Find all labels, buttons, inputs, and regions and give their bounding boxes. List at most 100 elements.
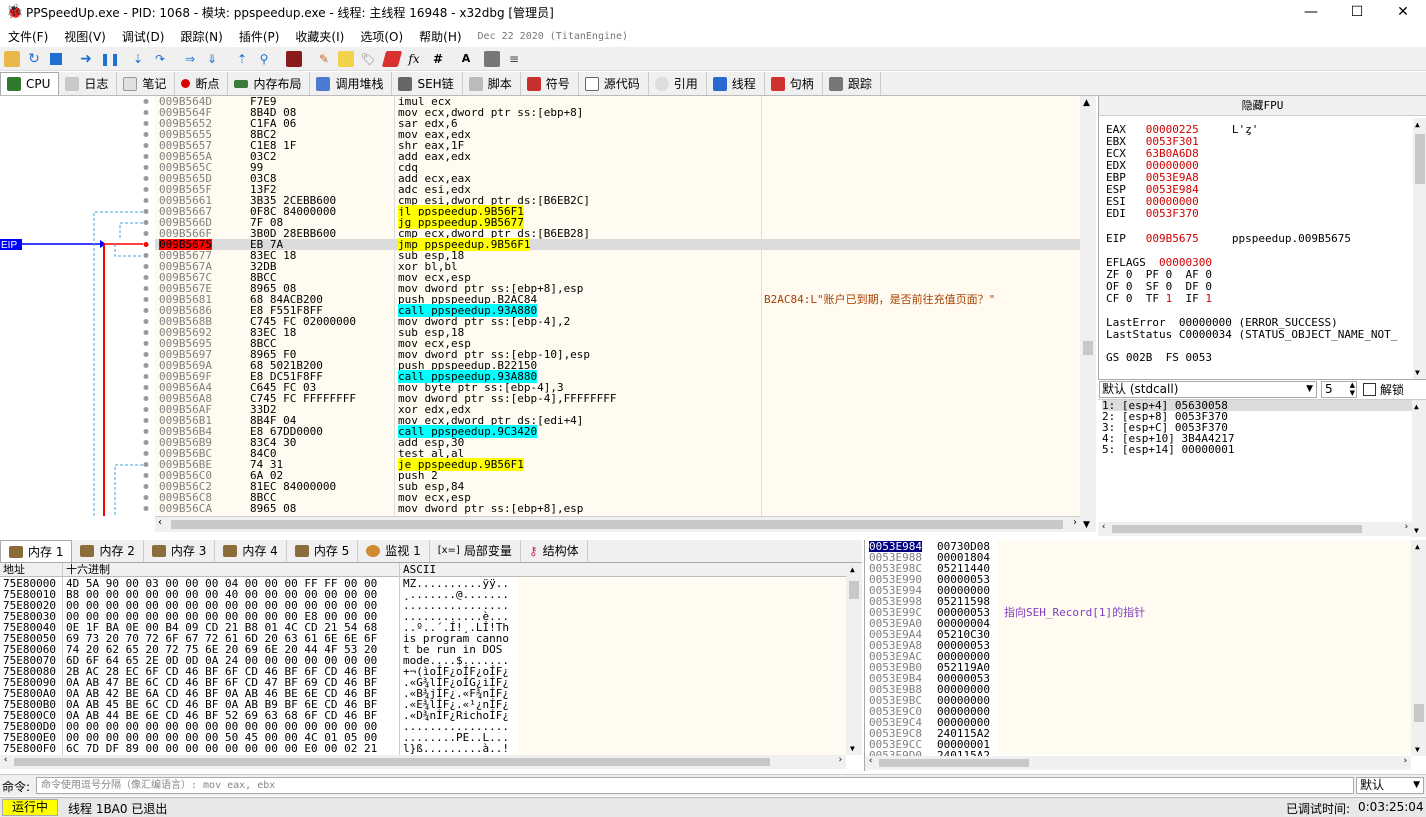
disasm-horizontal-scrollbar[interactable]: ‹ › — [155, 516, 1080, 532]
disasm-row[interactable]: 009B565C 99 cdq — [155, 162, 1080, 173]
dump-row[interactable]: 75E800F0 6C 7D DF 89 00 00 00 00 00 00 00… — [0, 743, 846, 754]
arg-count-spinner[interactable]: 5 ▲ ▼ — [1321, 381, 1357, 398]
disasm-row[interactable]: 009B5677 83EC 18 sub esp,18 — [155, 250, 1080, 261]
breakpoint-dot[interactable] — [143, 264, 149, 269]
step-over-icon[interactable]: ↷ — [152, 51, 168, 67]
breakpoint-dot[interactable] — [143, 440, 149, 445]
breakpoint-dot[interactable] — [143, 418, 149, 423]
dump-vertical-scrollbar[interactable]: ▲ ▼ — [846, 563, 862, 755]
breakpoint-dot[interactable] — [143, 473, 149, 478]
registers-scrollbar[interactable]: ▲ ▼ — [1413, 118, 1426, 379]
breakpoint-dot[interactable] — [143, 330, 149, 335]
register-eip[interactable]: EIP 009B5675 ppspeedup.009B5675 — [1106, 233, 1351, 245]
maximize-button[interactable]: ☐ — [1334, 0, 1380, 25]
bookmark-icon[interactable] — [381, 51, 403, 67]
tab-locals[interactable]: [x=] 局部变量 — [430, 540, 521, 562]
tab-notes[interactable]: 笔记 — [117, 72, 176, 95]
breakpoint-dot[interactable] — [143, 154, 149, 159]
command-input[interactable]: 命令使用逗号分隔（像汇编语言）: mov eax, ebx — [36, 777, 1354, 794]
breakpoint-dot[interactable] — [143, 407, 149, 412]
tab-cpu[interactable]: CPU — [0, 72, 60, 95]
about-icon[interactable]: ≡ — [506, 51, 522, 67]
tab-trace[interactable]: 跟踪 — [823, 72, 881, 95]
trace-over-icon[interactable]: ⇓ — [204, 51, 220, 67]
tab-symbols[interactable]: 符号 — [521, 72, 579, 95]
breakpoint-dot[interactable] — [143, 209, 149, 214]
stack-vertical-scrollbar[interactable]: ▲ ▼ — [1411, 540, 1426, 756]
menu-file[interactable]: 文件(F) — [0, 28, 56, 45]
tab-references[interactable]: 引用 — [649, 72, 707, 95]
tab-seh[interactable]: SEH链 — [392, 72, 463, 95]
disasm-row[interactable]: 009B56C2 81EC 84000000 sub esp,84 — [155, 481, 1080, 492]
tab-watch-1[interactable]: 监视 1 — [358, 540, 430, 562]
tab-script[interactable]: 脚本 — [463, 72, 521, 95]
calling-convention-select[interactable]: 默认 (stdcall) ▼ — [1099, 381, 1317, 398]
disasm-row[interactable]: 009B566F 3B0D 28EBB600 cmp ecx,dword ptr d… — [155, 228, 1080, 239]
tab-dump-1[interactable]: 内存 1 — [0, 540, 73, 562]
breakpoint-dot[interactable] — [143, 462, 149, 467]
breakpoint-dot[interactable] — [143, 495, 149, 500]
hash-icon[interactable]: # — [430, 51, 446, 67]
segment-registers[interactable]: GS 002B FS 0053 — [1106, 352, 1212, 364]
pause-icon[interactable]: ❚❚ — [100, 51, 120, 67]
args-horizontal-scrollbar[interactable]: ‹ › — [1098, 522, 1412, 536]
minimize-button[interactable]: — — [1288, 0, 1334, 25]
menu-options[interactable]: 选项(O) — [352, 28, 411, 45]
flags-row[interactable]: CF 0 TF 1 IF 1 — [1106, 293, 1212, 305]
stack-panel[interactable]: 0053E984 00730D08 0053E988 00001804 0053E98C… — [864, 540, 1426, 771]
disasm-row[interactable]: 009B56BE 74 31 je ppspeedup.9B56F1 — [155, 458, 1080, 471]
breakpoint-dot[interactable] — [143, 451, 149, 456]
breakpoint-dot[interactable] — [143, 242, 149, 247]
hide-fpu-button[interactable]: 隐藏FPU — [1099, 96, 1426, 116]
calculator-icon[interactable] — [484, 51, 500, 67]
restart-icon[interactable]: ↻ — [26, 51, 42, 67]
breakpoint-dot[interactable] — [143, 385, 149, 390]
breakpoint-dot[interactable] — [143, 99, 149, 104]
breakpoint-dot[interactable] — [143, 506, 149, 511]
open-icon[interactable] — [4, 51, 20, 67]
scylla-icon[interactable] — [286, 51, 302, 67]
menu-plugins[interactable]: 插件(P) — [231, 28, 288, 45]
disasm-row[interactable]: 009B567A 32DB xor bl,bl — [155, 261, 1080, 272]
breakpoint-dot[interactable] — [143, 121, 149, 126]
disasm-row[interactable]: 009B5657 C1E8 1F shr eax,1F — [155, 140, 1080, 151]
disasm-row[interactable]: 009B56B9 83C4 30 add esp,30 — [155, 437, 1080, 448]
tab-dump-3[interactable]: 内存 3 — [144, 540, 216, 562]
disasm-row[interactable]: 009B5692 83EC 18 sub esp,18 — [155, 327, 1080, 338]
breakpoint-dot[interactable] — [143, 176, 149, 181]
breakpoint-dot[interactable] — [143, 231, 149, 236]
trace-into-icon[interactable]: ⇒ — [182, 51, 198, 67]
disasm-row[interactable]: 009B56BC 84C0 test al,al — [155, 448, 1080, 459]
disasm-row[interactable]: 009B56A8 C745 FC FFFFFFFF mov dword ptr ss… — [155, 393, 1080, 404]
disasm-row[interactable]: 009B56CA 8965 08 mov dword ptr ss:[ebp+8],… — [155, 503, 1080, 514]
run-icon[interactable]: ➜ — [78, 51, 94, 67]
memory-dump-pane[interactable]: 地址 十六进制 ASCII 75E80000 4D 5A 90 00 03 00 … — [0, 563, 862, 771]
menu-view[interactable]: 视图(V) — [56, 28, 114, 45]
step-into-icon[interactable]: ⇣ — [130, 51, 146, 67]
disasm-row[interactable]: 009B5652 C1FA 06 sar edx,6 — [155, 118, 1080, 129]
comment-icon[interactable] — [338, 51, 354, 67]
tab-memory-map[interactable]: 内存布局 — [228, 72, 311, 95]
execute-till-return-icon[interactable]: ⇡ — [234, 51, 250, 67]
breakpoint-dot[interactable] — [143, 396, 149, 401]
tab-dump-2[interactable]: 内存 2 — [72, 540, 144, 562]
breakpoint-dot[interactable] — [143, 198, 149, 203]
font-icon[interactable]: A — [458, 51, 474, 67]
run-to-user-code-icon[interactable]: ⚲ — [256, 51, 272, 67]
tab-dump-5[interactable]: 内存 5 — [287, 540, 359, 562]
breakpoint-dot[interactable] — [143, 319, 149, 324]
tab-struct[interactable]: ⚷ 结构体 — [521, 540, 588, 562]
breakpoint-dot[interactable] — [143, 132, 149, 137]
breakpoint-dot[interactable] — [143, 110, 149, 115]
patch-icon[interactable]: ✎ — [316, 51, 332, 67]
dump-horizontal-scrollbar[interactable]: ‹ › — [0, 755, 846, 769]
menu-trace[interactable]: 跟踪(N) — [172, 28, 230, 45]
stack-arg-row[interactable]: 5: [esp+14] 00000001 — [1102, 444, 1412, 455]
close-button[interactable]: ✕ — [1380, 0, 1426, 25]
disasm-vertical-scrollbar[interactable]: ▲ ▼ — [1080, 96, 1096, 532]
last-status[interactable]: LastStatus C0000034 (STATUS_OBJECT_NAME_… — [1106, 329, 1397, 341]
disasm-row[interactable]: 009B5667 0F8C 84000000 jl ppspeedup.9B56F1 — [155, 205, 1080, 218]
breakpoint-dot[interactable] — [143, 220, 149, 225]
breakpoint-dot[interactable] — [143, 308, 149, 313]
tab-source[interactable]: 源代码 — [579, 72, 649, 95]
